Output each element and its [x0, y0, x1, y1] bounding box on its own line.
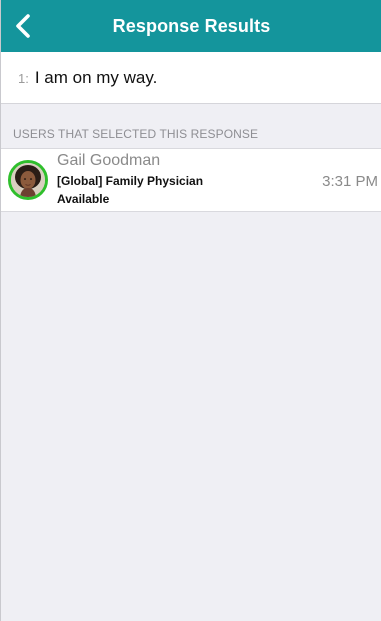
- user-status: Available: [57, 192, 110, 206]
- response-time: 3:31 PM: [322, 173, 378, 190]
- user-name: Gail Goodman: [57, 152, 161, 169]
- app-screen: Response Results 1: I am on my way. USER…: [0, 0, 381, 621]
- page-title: Response Results: [112, 15, 271, 36]
- section-header: USERS THAT SELECTED THIS RESPONSE: [13, 127, 259, 141]
- response-item: 1: I am on my way.: [1, 52, 381, 104]
- chevron-left-icon[interactable]: [11, 13, 37, 39]
- response-text: I am on my way.: [34, 67, 158, 87]
- response-number: 1:: [18, 71, 29, 86]
- user-list-item[interactable]: Gail Goodman [Global] Family Physician A…: [1, 148, 381, 212]
- user-role: [Global] Family Physician: [57, 174, 204, 188]
- navigation-bar: Response Results: [1, 0, 381, 52]
- user-avatar: [8, 160, 48, 200]
